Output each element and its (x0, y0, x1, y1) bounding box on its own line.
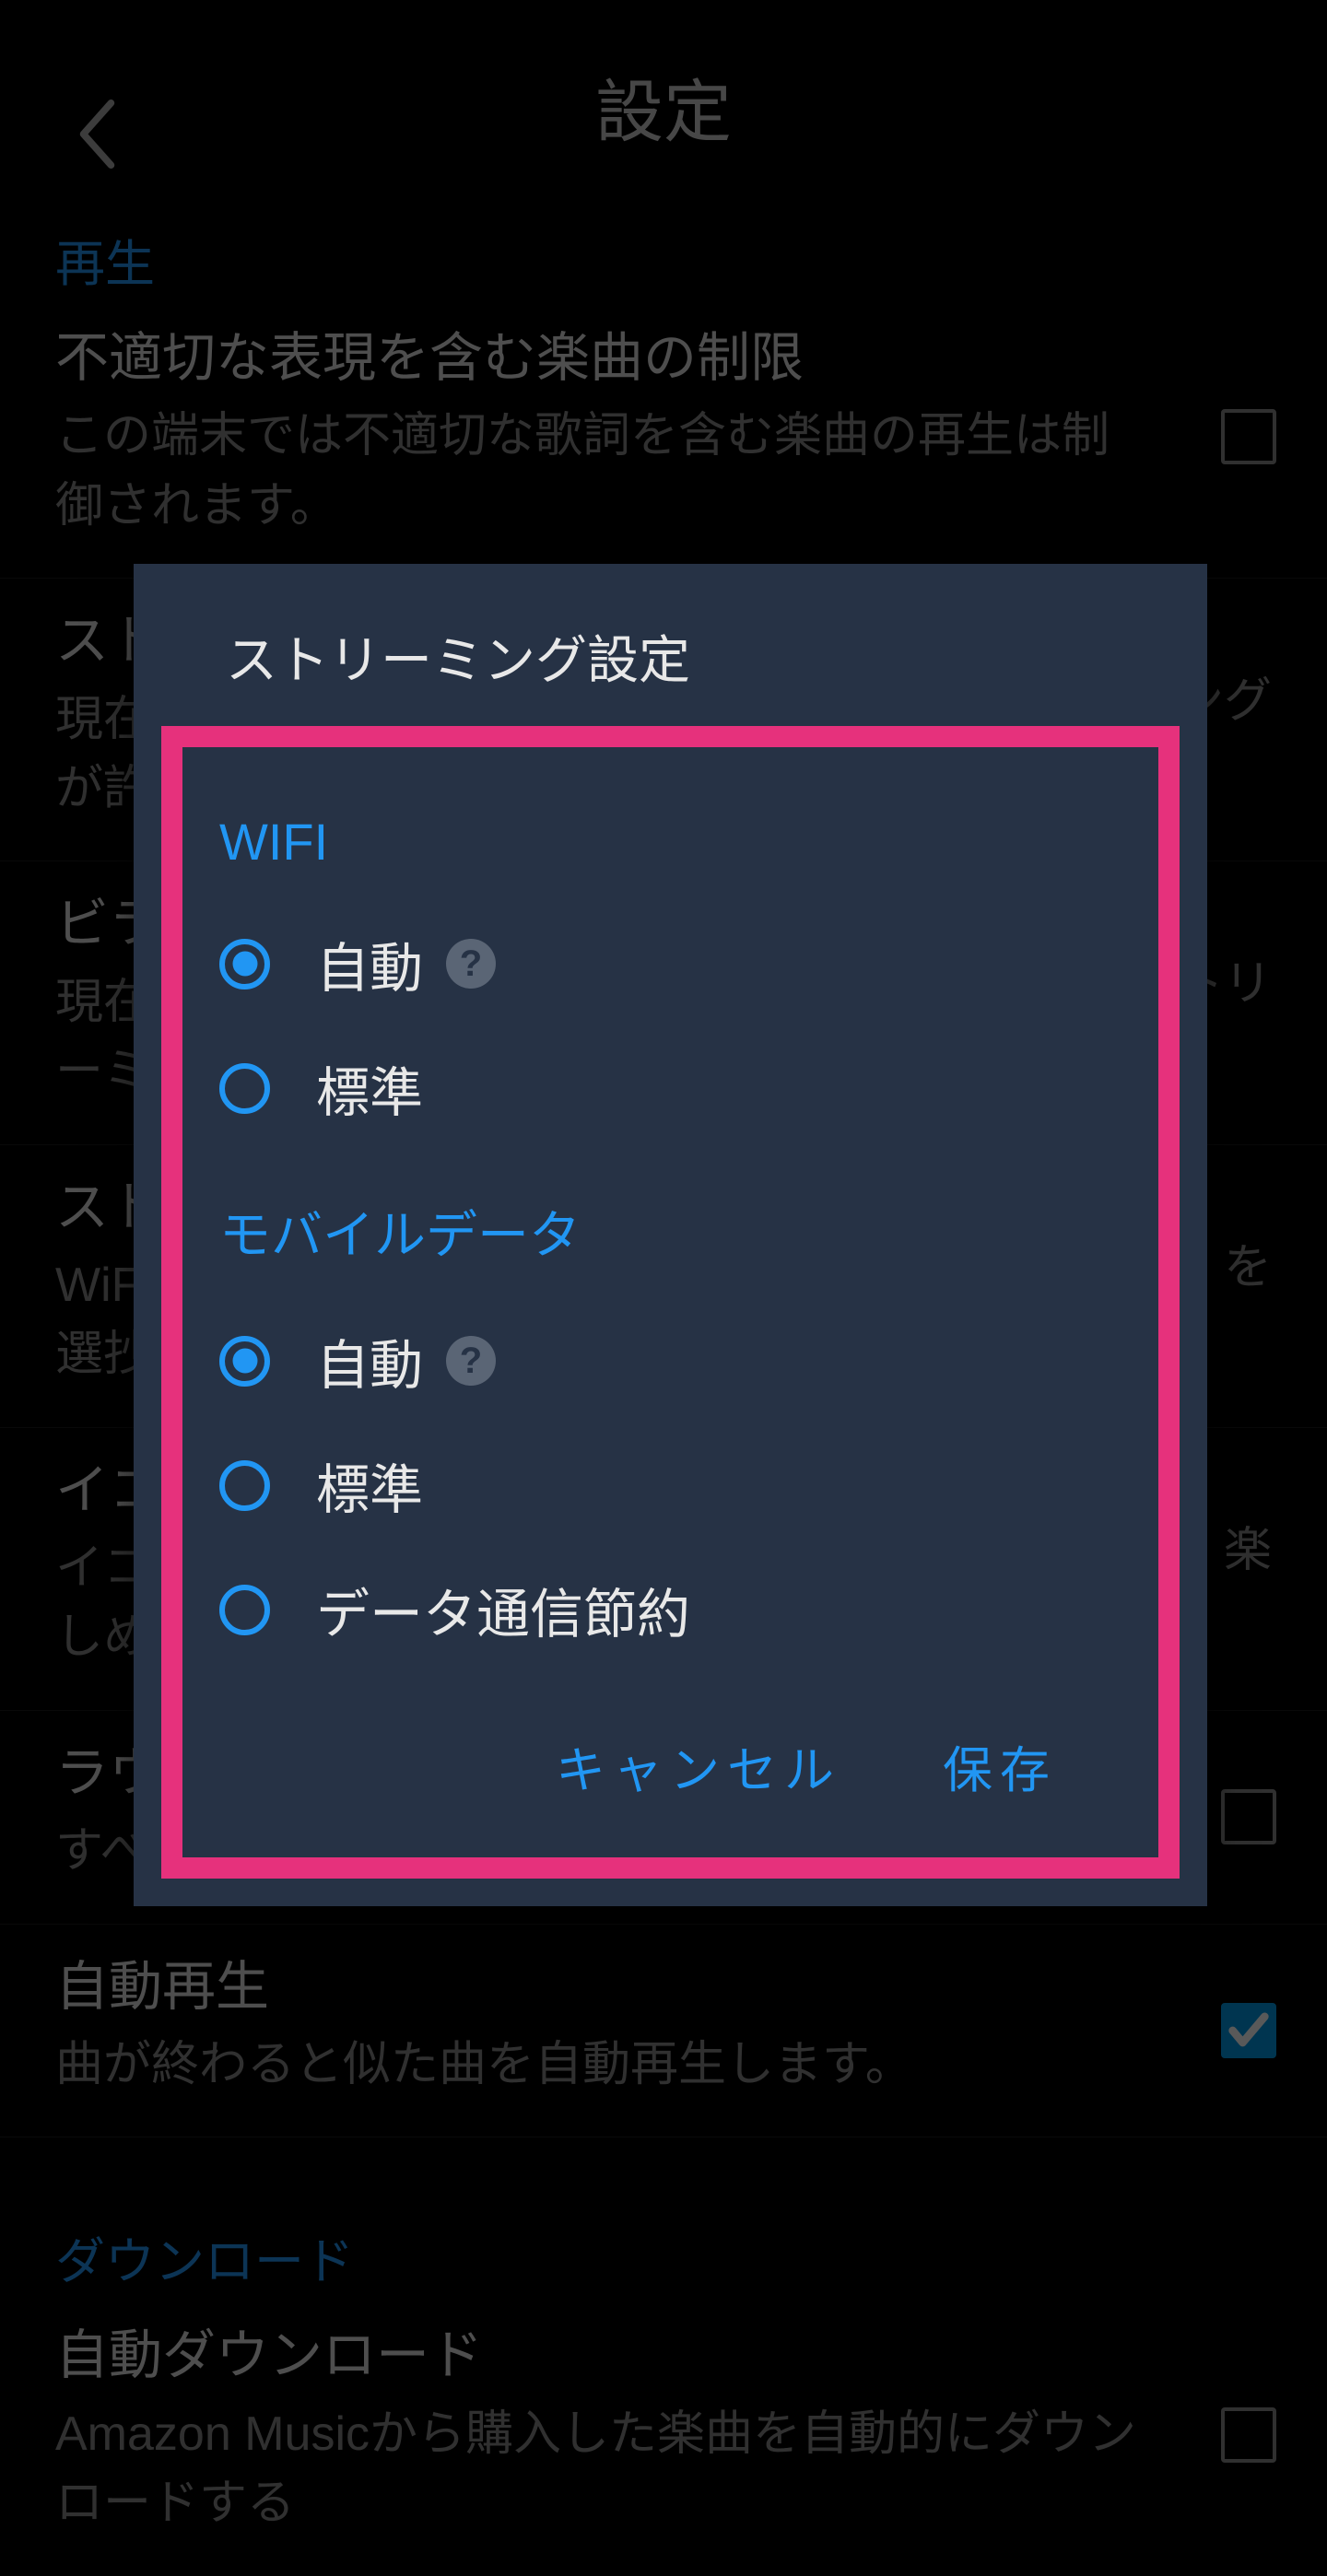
row-desc: この端末では不適切な歌詞を含む楽曲の再生は制御されます。 (55, 402, 1272, 541)
cancel-button[interactable]: キャンセル (556, 1729, 841, 1802)
row-title: 自動ダウンロード (55, 2321, 1272, 2390)
radio-icon (219, 1336, 270, 1387)
streaming-settings-dialog: ストリーミング設定 WIFI 自動 ? 標準 モバイルデータ 自動 ? 標準 デ… (134, 564, 1207, 1906)
page-title: 設定 (595, 57, 732, 156)
row-title: 自動再生 (55, 1952, 1272, 2021)
back-button[interactable] (65, 101, 129, 166)
row-title: 不適切な表現を含む楽曲の制限 (55, 323, 1272, 392)
row-trail: を (1224, 1228, 1272, 1297)
radio-icon (219, 1460, 270, 1511)
radio-label: 自動 (316, 1322, 423, 1399)
radio-mobile-standard[interactable]: 標準 (219, 1430, 1121, 1540)
help-icon[interactable]: ? (446, 1336, 496, 1386)
checkbox[interactable] (1221, 409, 1276, 464)
radio-wifi-auto[interactable]: 自動 ? (219, 908, 1121, 1019)
row-desc: 曲が終わると似た曲を自動再生します。 (55, 2031, 1272, 2100)
radio-label: 標準 (316, 1049, 423, 1127)
row-autoplay[interactable]: 自動再生 曲が終わると似た曲を自動再生します。 (0, 1925, 1327, 2138)
checkbox[interactable] (1221, 2407, 1276, 2463)
checkbox[interactable] (1221, 2003, 1276, 2058)
dialog-highlight-frame: WIFI 自動 ? 標準 モバイルデータ 自動 ? 標準 データ通信節約 キャン… (161, 726, 1180, 1879)
checkbox[interactable] (1221, 1789, 1276, 1844)
help-icon[interactable]: ? (446, 939, 496, 989)
row-explicit-filter[interactable]: 不適切な表現を含む楽曲の制限 この端末では不適切な歌詞を含む楽曲の再生は制御され… (0, 296, 1327, 579)
radio-icon (219, 939, 270, 989)
radio-label: 標準 (316, 1446, 423, 1524)
radio-label: データ通信節約 (316, 1571, 690, 1648)
dialog-title: ストリーミング設定 (134, 564, 1207, 726)
radio-label: 自動 (316, 925, 423, 1002)
group-header-wifi: WIFI (219, 812, 1121, 872)
row-autodownload[interactable]: 自動ダウンロード Amazon Musicから購入した楽曲を自動的にダウンロード… (0, 2293, 1327, 2575)
section-header-playback: 再生 (0, 212, 1327, 296)
row-trail: 楽 (1224, 1511, 1272, 1580)
radio-icon (219, 1063, 270, 1114)
radio-mobile-auto[interactable]: 自動 ? (219, 1306, 1121, 1416)
radio-wifi-standard[interactable]: 標準 (219, 1033, 1121, 1143)
radio-mobile-datasaver[interactable]: データ通信節約 (219, 1554, 1121, 1665)
section-header-download: ダウンロード (0, 2137, 1327, 2293)
row-desc: Amazon Musicから購入した楽曲を自動的にダウンロードする (55, 2400, 1272, 2539)
group-header-mobile: モバイルデータ (219, 1194, 1121, 1269)
save-button[interactable]: 保存 (943, 1729, 1057, 1802)
radio-icon (219, 1585, 270, 1635)
